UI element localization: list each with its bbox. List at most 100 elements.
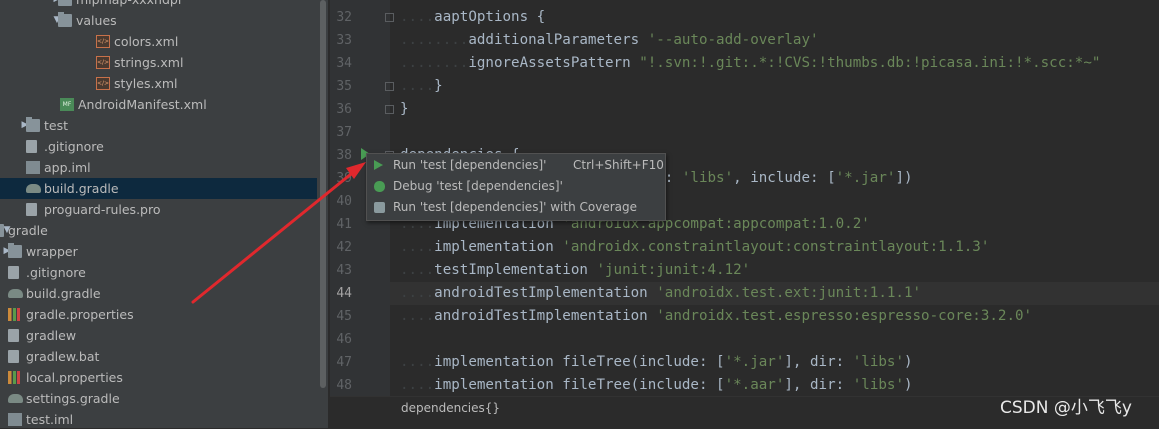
- tree-item[interactable]: </> strings.xml: [0, 52, 317, 73]
- line-number: 37: [336, 125, 352, 140]
- code-line[interactable]: }: [400, 98, 409, 121]
- tree-item[interactable]: app.iml: [0, 157, 317, 178]
- code-line[interactable]: ....aaptOptions {: [400, 6, 545, 29]
- line-number: 35: [336, 79, 352, 94]
- script-file-icon: [8, 329, 19, 342]
- tree-item[interactable]: gradle.properties: [0, 304, 317, 325]
- line-number: 47: [336, 355, 352, 370]
- tree-item[interactable]: MF AndroidManifest.xml: [0, 94, 317, 115]
- tree-item[interactable]: ▼ gradle: [0, 220, 317, 241]
- line-number: 40: [336, 194, 352, 209]
- tree-item-label: build.gradle: [44, 181, 119, 196]
- fold-marker-icon[interactable]: [385, 82, 394, 91]
- watermark-text: CSDN @小飞飞y: [1000, 398, 1132, 418]
- code-line[interactable]: ....testImplementation 'junit:junit:4.12…: [400, 259, 750, 282]
- code-line[interactable]: ........additionalParameters '--auto-add…: [400, 29, 819, 52]
- tree-item[interactable]: local.properties: [0, 367, 317, 388]
- code-token: ignoreAssetsPattern: [468, 55, 640, 71]
- tree-item-label: local.properties: [26, 370, 123, 385]
- string-literal: 'androidx.test.ext:junit:1.1.1': [656, 285, 922, 301]
- tree-item-label: colors.xml: [114, 34, 179, 49]
- fold-marker-icon[interactable]: [385, 13, 394, 22]
- coverage-icon: [374, 202, 385, 213]
- tree-item[interactable]: ▼ values: [0, 10, 317, 31]
- line-number: 33: [336, 33, 352, 48]
- line-number: 32: [336, 10, 352, 25]
- tree-item-label: gradle: [8, 223, 48, 238]
- indent-guide: ........: [400, 55, 469, 71]
- code-token: implementation fileTree(include: [: [434, 377, 725, 393]
- tree-item[interactable]: proguard-rules.pro: [0, 199, 317, 220]
- code-token: ): [903, 354, 913, 370]
- indent-guide: ....: [400, 78, 435, 94]
- code-token: androidTestImplementation: [434, 285, 657, 301]
- indent-guide: ....: [400, 9, 435, 25]
- string-literal: 'junit:junit:4.12': [596, 262, 751, 278]
- line-number: 41: [336, 217, 352, 232]
- scrollbar-thumb[interactable]: [320, 0, 326, 388]
- tree-item[interactable]: </> styles.xml: [0, 73, 317, 94]
- code-token: additionalParameters: [468, 32, 648, 48]
- tree-item[interactable]: build.gradle: [0, 178, 317, 199]
- tree-item-label: app.iml: [44, 160, 91, 175]
- string-literal: '*.aar': [724, 377, 785, 393]
- folder-icon: [58, 12, 72, 27]
- folder-icon: [58, 0, 72, 6]
- tree-item[interactable]: build.gradle: [0, 283, 317, 304]
- run-context-menu: Run 'test [dependencies]' Ctrl+Shift+F10 D…: [366, 153, 666, 221]
- breadcrumb[interactable]: dependencies{}: [401, 400, 500, 416]
- fold-marker-icon[interactable]: [385, 105, 394, 114]
- string-literal: '*.jar': [724, 354, 785, 370]
- tree-item-label: styles.xml: [114, 76, 178, 91]
- folder-icon: [8, 243, 22, 258]
- tree-item-label: gradlew.bat: [26, 349, 100, 364]
- tree-item[interactable]: ▶ test: [0, 115, 317, 136]
- menu-item-coverage[interactable]: Run 'test [dependencies]' with Coverage: [367, 197, 665, 218]
- tree-item-label: values: [76, 13, 117, 28]
- tree-item[interactable]: .gitignore: [0, 262, 317, 283]
- tree-item-label: .gitignore: [26, 265, 86, 280]
- indent-guide: ....: [400, 354, 435, 370]
- tree-item[interactable]: ▶ wrapper: [0, 241, 317, 262]
- line-number: 44: [336, 286, 352, 301]
- code-token: aaptOptions {: [434, 9, 546, 25]
- tree-item-label: build.gradle: [26, 286, 101, 301]
- tree-item[interactable]: test.iml: [0, 409, 317, 428]
- code-token: , include: [: [733, 170, 836, 186]
- code-line[interactable]: ....implementation 'androidx.constraintl…: [400, 236, 989, 259]
- code-token: ): [903, 377, 913, 393]
- tree-item[interactable]: </> colors.xml: [0, 31, 317, 52]
- menu-item-label: Run 'test [dependencies]' with Coverage: [393, 200, 638, 214]
- tree-item-label: wrapper: [26, 244, 78, 259]
- code-line[interactable]: ........ignoreAssetsPattern "!.svn:!.git…: [400, 52, 1100, 75]
- indent-guide: ....: [400, 377, 435, 393]
- gradle-file-icon: [8, 289, 23, 298]
- string-literal: 'libs': [852, 377, 904, 393]
- xml-file-icon: </>: [96, 77, 110, 90]
- tree-item[interactable]: ▶mipmap-xxxhdpi: [0, 0, 317, 10]
- code-line[interactable]: ....implementation fileTree(include: ['*…: [400, 374, 913, 397]
- tree-item-label: gradle.properties: [26, 307, 134, 322]
- code-line[interactable]: ....androidTestImplementation 'androidx.…: [400, 282, 921, 305]
- gitignore-file-icon: [8, 266, 19, 279]
- tree-item[interactable]: .gitignore: [0, 136, 317, 157]
- indent-guide: ........: [400, 32, 469, 48]
- script-file-icon: [8, 350, 19, 363]
- menu-item-debug[interactable]: Debug 'test [dependencies]': [367, 176, 665, 197]
- code-line[interactable]: ....implementation fileTree(include: ['*…: [400, 351, 913, 374]
- project-tree-panel: ▶mipmap-xxxhdpi▼values </> colors.xml </> st…: [0, 0, 317, 428]
- code-line[interactable]: ....}: [400, 75, 443, 98]
- tree-item[interactable]: gradlew: [0, 325, 317, 346]
- string-literal: 'libs': [681, 170, 734, 186]
- properties-file-icon: [8, 371, 20, 384]
- code-line[interactable]: ....androidTestImplementation 'androidx.…: [400, 305, 1032, 328]
- indent-guide: ....: [400, 239, 435, 255]
- line-number: 45: [336, 309, 352, 324]
- properties-file-icon: [8, 308, 20, 321]
- text-file-icon: [26, 203, 37, 216]
- tree-item[interactable]: gradlew.bat: [0, 346, 317, 367]
- line-number: 42: [336, 240, 352, 255]
- menu-item-run[interactable]: Run 'test [dependencies]' Ctrl+Shift+F10: [367, 155, 665, 176]
- tree-item[interactable]: settings.gradle: [0, 388, 317, 409]
- xml-file-icon: </>: [96, 56, 110, 69]
